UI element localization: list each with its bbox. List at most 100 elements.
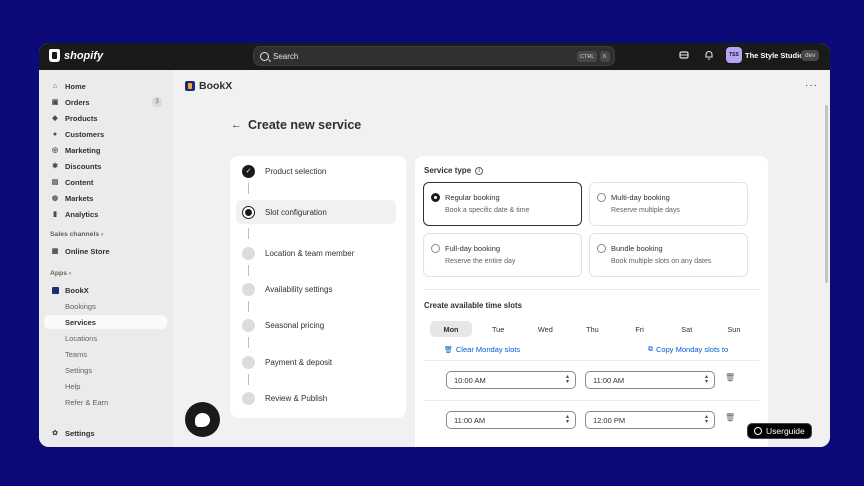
scrollbar[interactable]: [825, 105, 828, 283]
sidebar-subitem-bookings[interactable]: Bookings: [44, 299, 167, 313]
sidebar-item-label: Customers: [65, 129, 105, 139]
step-review-publish[interactable]: Review & Publish: [236, 386, 396, 410]
gear-icon: ✿: [52, 430, 58, 437]
sidebar-item-label: Online Store: [65, 246, 110, 256]
sidebar-subitem-services[interactable]: Services: [44, 315, 167, 329]
clear-slots-link[interactable]: 🗑 Clear Monday slots: [444, 345, 520, 354]
tab-tue[interactable]: Tue: [477, 321, 519, 337]
step-label: Product selection: [265, 166, 327, 176]
sidebar-item-label: Content: [65, 177, 94, 187]
radio-unselected[interactable]: [597, 244, 606, 253]
step-connector: [248, 374, 249, 385]
search-icon: [260, 51, 269, 61]
chevron-updown-icon: ▴ ▾: [704, 414, 708, 425]
service-type-regular[interactable]: Regular booking Book a specific date & t…: [423, 182, 582, 226]
notifications-icon[interactable]: [703, 50, 714, 61]
sidebar-subitem-help[interactable]: Help: [44, 379, 167, 393]
step-label: Seasonal pricing: [265, 320, 325, 330]
delete-slot-icon[interactable]: 🗑: [725, 373, 735, 383]
sidebar-item-discounts[interactable]: ✱ Discounts: [44, 159, 167, 173]
sidebar-item-label: Discounts: [65, 161, 102, 171]
store-name[interactable]: The Style Studio: [745, 51, 804, 60]
step-availability[interactable]: Availability settings: [236, 277, 396, 301]
option-description: Book multiple slots on any dates: [611, 258, 712, 265]
userguide-button[interactable]: Userguide: [747, 423, 812, 439]
sidebar-subitem-locations[interactable]: Locations: [44, 331, 167, 345]
sidebar-item-online-store[interactable]: ▦ Online Store: [44, 244, 167, 258]
step-connector: [248, 265, 249, 276]
slot-start-select[interactable]: 11:00 AM ▴ ▾: [446, 411, 576, 429]
step-product-selection[interactable]: ✓ Product selection: [236, 159, 396, 183]
step-label: Payment & deposit: [265, 357, 333, 367]
tab-wed[interactable]: Wed: [524, 321, 566, 337]
sidebar-item-label: Markets: [65, 193, 94, 203]
bookx-app-icon: [51, 286, 59, 294]
sidebar-subitem-refer-earn[interactable]: Refer & Earn: [44, 395, 167, 409]
userguide-label: Userguide: [766, 426, 805, 436]
bell-alt-icon[interactable]: [678, 50, 689, 61]
sidebar-subitem-teams[interactable]: Teams: [44, 347, 167, 361]
sidebar-subitem-settings[interactable]: Settings: [44, 363, 167, 377]
chat-bubble-icon: [195, 412, 210, 427]
step-label: Availability settings: [265, 284, 333, 294]
service-type-multi-day[interactable]: Multi-day booking Reserve multiple days: [589, 182, 748, 226]
sidebar-item-marketing[interactable]: ◎ Marketing: [44, 143, 167, 157]
sidebar-item-orders[interactable]: ▣ Orders 3: [44, 95, 167, 109]
sidebar-item-label: Home: [65, 81, 86, 91]
sidebar-item-products[interactable]: ◆ Products: [44, 111, 167, 125]
slot-start-value: 11:00 AM: [454, 415, 486, 425]
step-connector: [248, 183, 249, 194]
more-actions-icon[interactable]: ···: [805, 80, 818, 91]
option-description: Book a specific date & time: [445, 207, 530, 214]
chat-button[interactable]: [185, 402, 220, 437]
content-icon: ▤: [51, 179, 59, 186]
sidebar-item-settings[interactable]: ✿ Settings: [44, 426, 167, 440]
step-payment-deposit[interactable]: Payment & deposit: [236, 350, 396, 374]
search-bar[interactable]: Search CTRL K: [253, 46, 615, 66]
sidebar-item-analytics[interactable]: ▮ Analytics: [44, 207, 167, 221]
service-type-bundle[interactable]: Bundle booking Book multiple slots on an…: [589, 233, 748, 277]
slot-end-value: 11:00 AM: [593, 375, 625, 385]
tab-sat[interactable]: Sat: [666, 321, 708, 337]
option-title: Bundle booking: [611, 244, 663, 253]
steps-panel: ✓ Product selection Slot configuration Lo…: [230, 156, 406, 418]
sidebar-item-content[interactable]: ▤ Content: [44, 175, 167, 189]
tab-mon[interactable]: Mon: [430, 321, 472, 337]
chat-icon: [754, 427, 762, 435]
copy-icon: ⧉: [648, 345, 653, 353]
slot-end-select[interactable]: 12:00 PM ▴ ▾: [585, 411, 715, 429]
pending-step-icon: [242, 246, 255, 260]
sidebar-item-customers[interactable]: ● Customers: [44, 127, 167, 141]
home-icon: ⌂: [52, 82, 58, 90]
apps-heading[interactable]: Apps ›: [50, 270, 71, 277]
admin-window: shopify Search CTRL K TSS The Style Stud…: [39, 43, 830, 447]
option-title: Full-day booking: [445, 244, 501, 253]
sidebar-item-bookx[interactable]: BookX: [44, 283, 167, 297]
back-arrow-icon[interactable]: ←: [231, 119, 242, 131]
tab-thu[interactable]: Thu: [571, 321, 613, 337]
slot-end-select[interactable]: 11:00 AM ▴ ▾: [585, 371, 715, 389]
sidebar-item-home[interactable]: ⌂ Home: [44, 79, 167, 93]
service-type-full-day[interactable]: Full-day booking Reserve the entire day: [423, 233, 582, 277]
pending-step-icon: [242, 355, 255, 369]
radio-selected[interactable]: [431, 193, 440, 202]
shopify-logo[interactable]: shopify: [49, 49, 103, 62]
radio-unselected[interactable]: [431, 244, 440, 253]
tab-fri[interactable]: Fri: [619, 321, 661, 337]
step-location-team[interactable]: Location & team member: [236, 241, 396, 265]
option-title: Multi-day booking: [611, 193, 670, 202]
step-seasonal-pricing[interactable]: Seasonal pricing: [236, 313, 396, 337]
tab-sun[interactable]: Sun: [713, 321, 755, 337]
top-bar: shopify Search CTRL K TSS The Style Stud…: [39, 43, 830, 70]
store-avatar[interactable]: TSS: [726, 47, 742, 63]
copy-slots-link[interactable]: ⧉ Copy Monday slots to: [648, 345, 728, 354]
step-slot-configuration[interactable]: Slot configuration: [236, 200, 396, 224]
sidebar-item-label: Marketing: [65, 145, 101, 155]
sales-channels-heading[interactable]: Sales channels ›: [50, 231, 103, 238]
info-icon[interactable]: i: [475, 166, 484, 175]
delete-slot-icon[interactable]: 🗑: [725, 413, 735, 423]
radio-unselected[interactable]: [597, 193, 606, 202]
time-slots-heading: Create available time slots: [424, 301, 522, 310]
slot-start-select[interactable]: 10:00 AM ▴ ▾: [446, 371, 576, 389]
sidebar-item-markets[interactable]: ◍ Markets: [44, 191, 167, 205]
